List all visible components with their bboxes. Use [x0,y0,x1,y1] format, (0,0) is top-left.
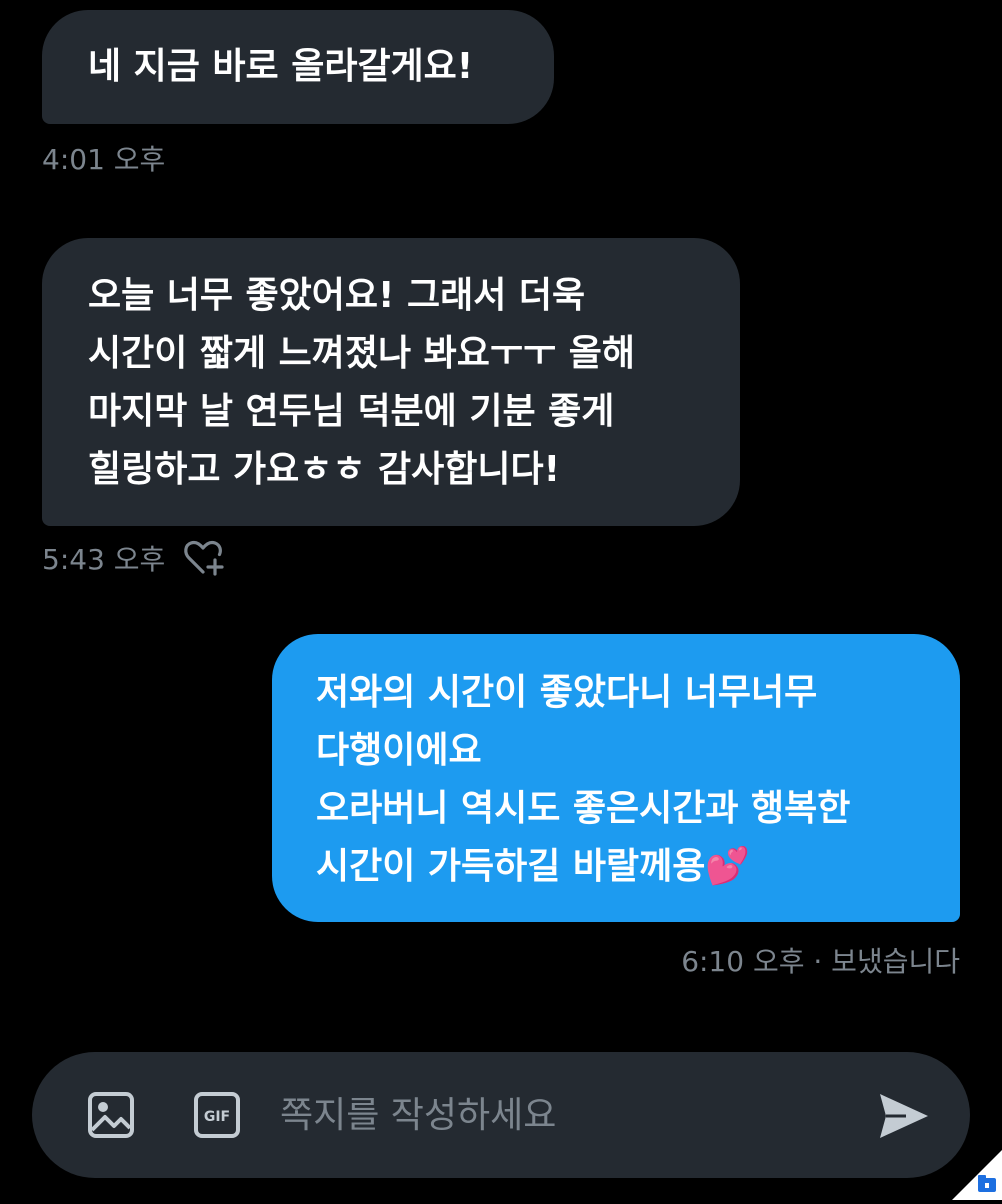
received-message-bubble[interactable]: 네 지금 바로 올라갈게요! [42,10,554,124]
message-text: 오라버니 역시도 좋은시간과 행복한 [316,788,851,829]
message-text: 시간이 가득하길 바랄께용💕 [316,846,751,887]
message-timestamp: 4:01 오후 [42,143,166,176]
gif-icon[interactable]: GIF [192,1090,242,1140]
message-timestamp-sent-status: 6:10 오후 · 보냈습니다 [681,945,960,978]
gif-label: GIF [204,1109,230,1125]
image-icon[interactable] [86,1090,136,1140]
message-text: 마지막 날 연두님 덕분에 기분 좋게 [88,391,615,432]
message-text: 저와의 시간이 좋았다니 너무너무 [316,672,818,713]
message-meta: 5:43 오후 [42,538,227,578]
send-icon[interactable] [876,1088,932,1144]
message-text: 시간이 짧게 느껴졌나 봐요ㅜㅜ 올해 [88,333,635,374]
message-text: 오늘 너무 좋았어요! 그래서 더욱 [88,275,586,316]
heart-plus-icon[interactable] [183,538,227,578]
message-input[interactable] [278,1082,842,1148]
received-message-bubble[interactable]: 오늘 너무 좋았어요! 그래서 더욱 시간이 짧게 느껴졌나 봐요ㅜㅜ 올해 마… [42,238,740,526]
message-text: 힐링하고 가요ㅎㅎ 감사합니다! [88,449,561,490]
folder-lock-icon [952,1150,1002,1200]
message-timestamp: 5:43 오후 [42,543,166,576]
message-text: 다행이에요 [316,730,482,771]
message-text: 네 지금 바로 올라갈게요! [88,46,474,87]
sent-message-bubble[interactable]: 저와의 시간이 좋았다니 너무너무 다행이에요 오라버니 역시도 좋은시간과 행… [272,634,960,922]
message-composer: GIF [32,1052,970,1178]
